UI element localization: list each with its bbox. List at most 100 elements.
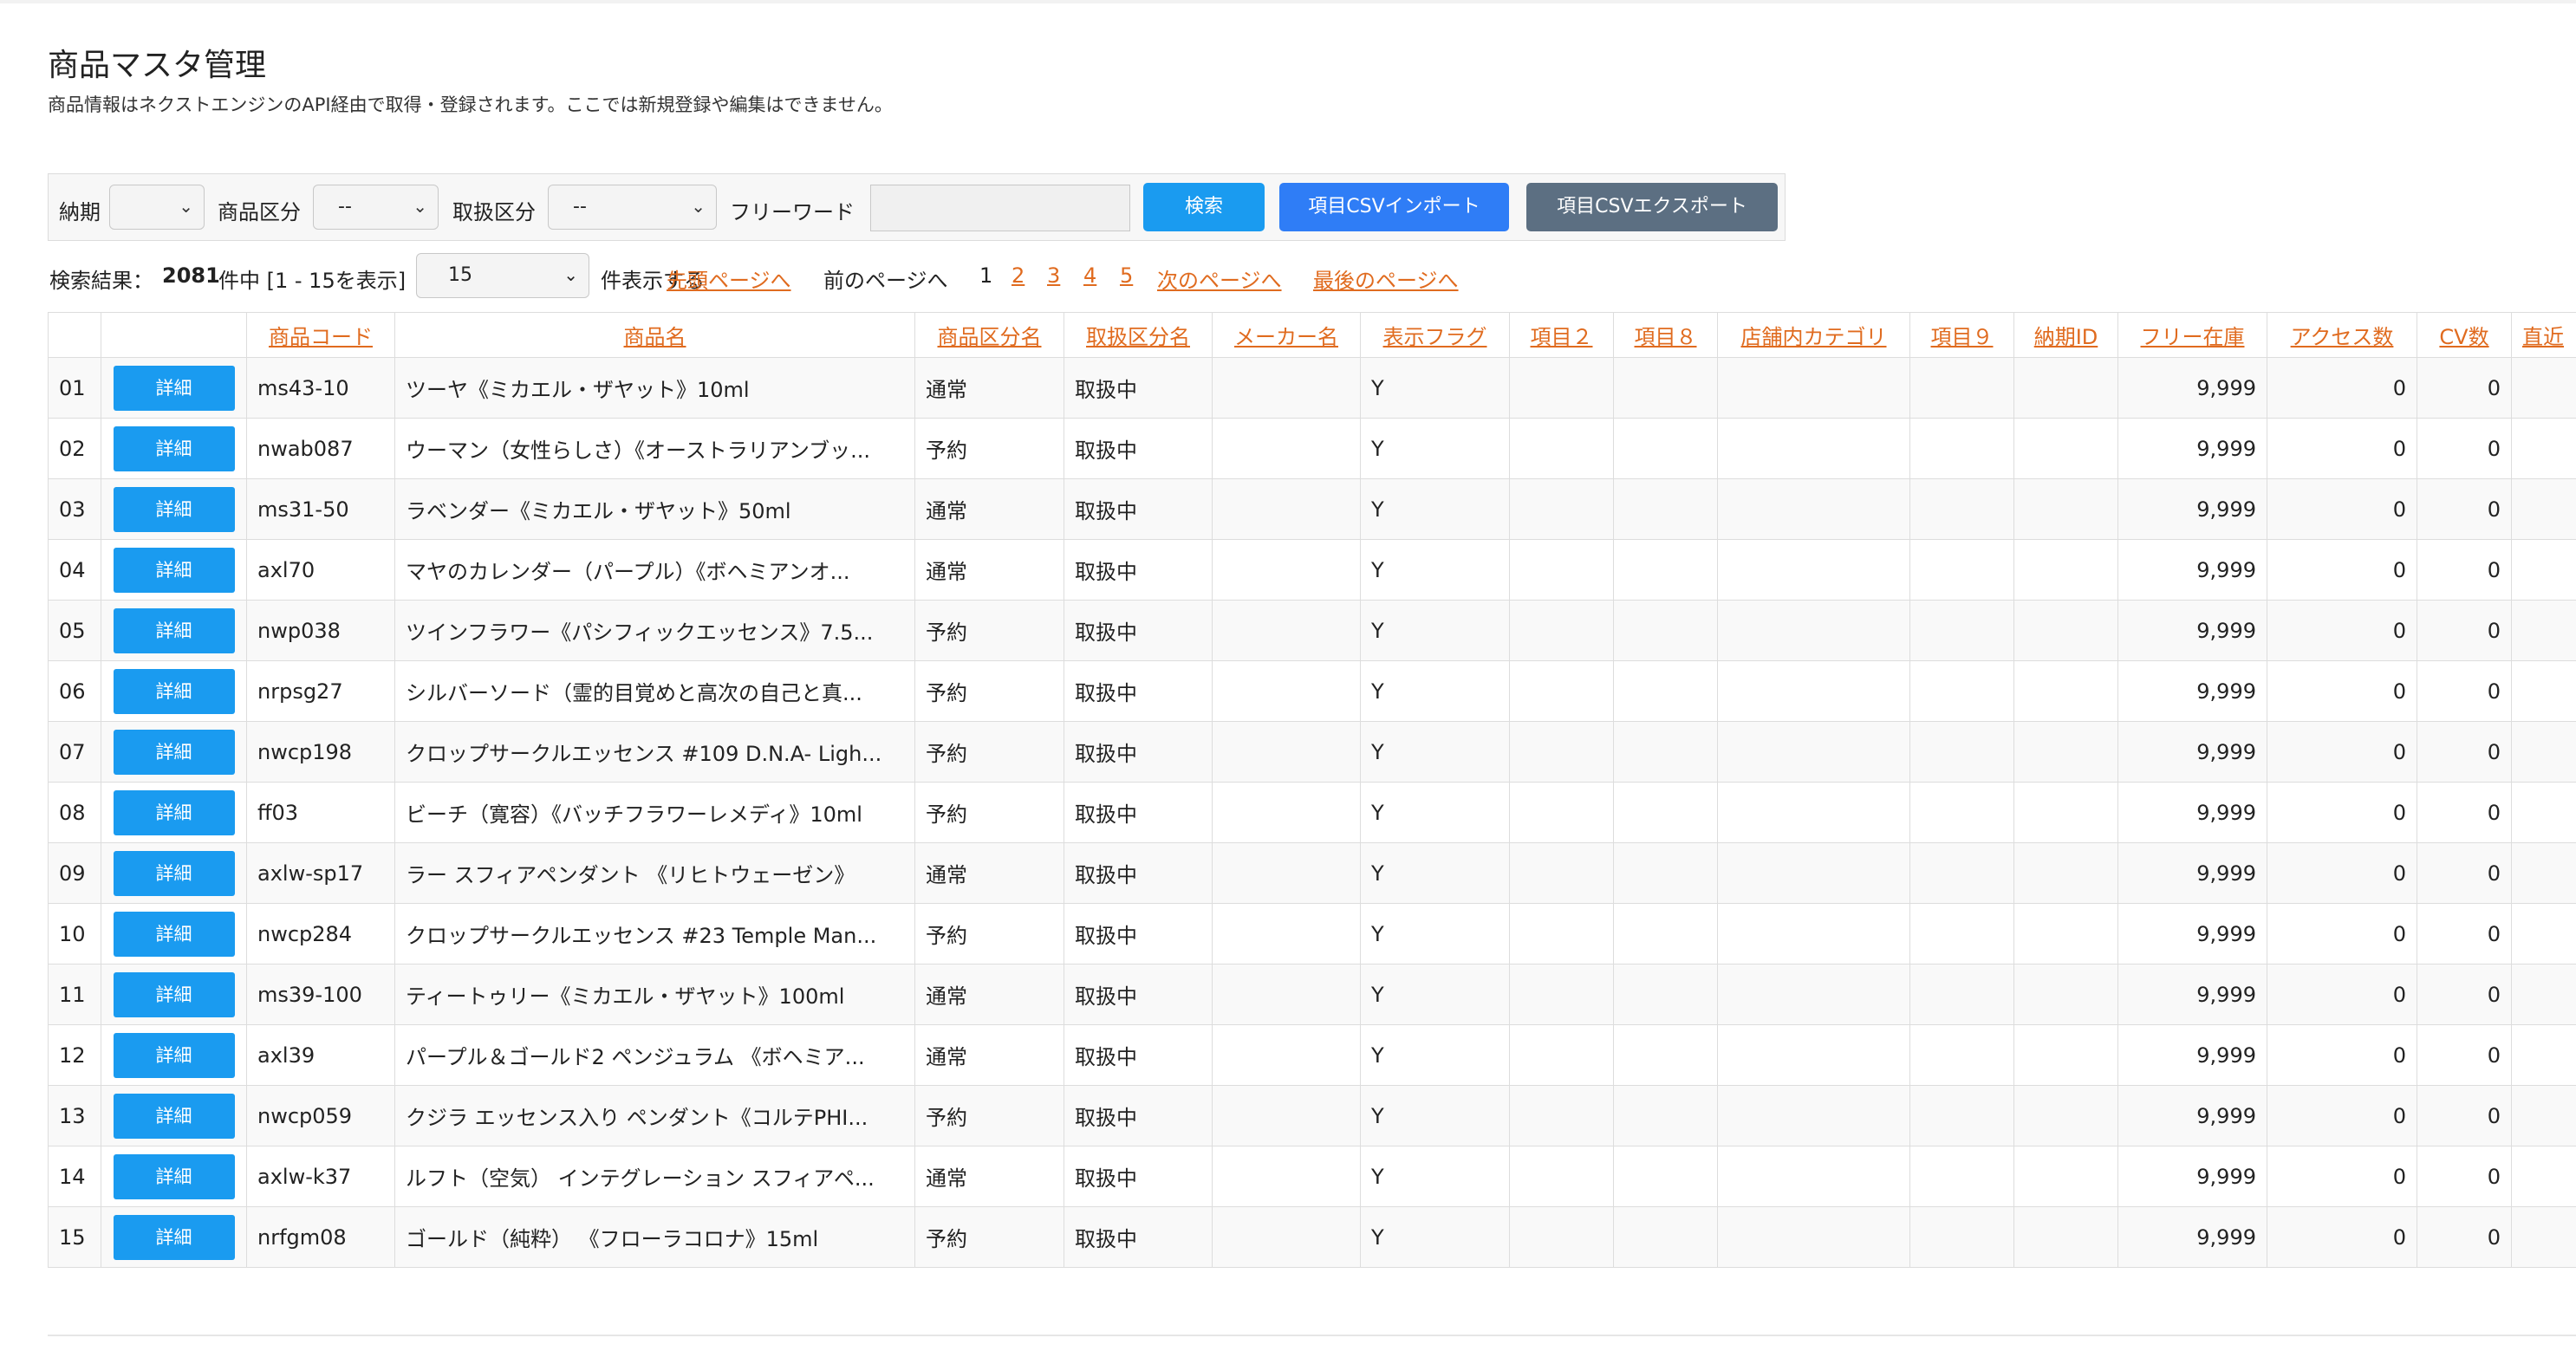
cell-product-code: nwp038: [246, 600, 395, 661]
detail-button[interactable]: 詳細: [113, 607, 235, 653]
cell-detail: 詳細: [101, 1085, 247, 1146]
search-button[interactable]: 検索: [1143, 183, 1265, 231]
handling-select[interactable]: -- ⌄: [548, 185, 717, 230]
cell-item9: [1909, 842, 2014, 904]
cell-access-count: 0: [2267, 600, 2417, 661]
column-header: アクセス数: [2267, 312, 2417, 358]
column-sort-link[interactable]: 項目８: [1635, 325, 1697, 349]
cell-recent: [2511, 539, 2576, 601]
cell-product-name: ティートゥリー《ミカエル・ザヤット》100ml: [394, 964, 915, 1025]
column-sort-link[interactable]: CV数: [2439, 325, 2488, 349]
cell-handling-name: 取扱中: [1064, 600, 1213, 661]
cell-handling-name: 取扱中: [1064, 1146, 1213, 1207]
csv-import-button[interactable]: 項目CSVインポート: [1279, 183, 1509, 231]
cell-detail: 詳細: [101, 1024, 247, 1086]
detail-button[interactable]: 詳細: [113, 668, 235, 714]
table-row: 12 詳細 axl39 パープル＆ゴールド2 ペンジュラム 《ボヘミア... 通常 取扱中…: [48, 1024, 2576, 1086]
column-sort-link[interactable]: 取扱区分名: [1086, 325, 1190, 349]
cell-detail: 詳細: [101, 660, 247, 722]
per-page-select[interactable]: 15 ⌄: [416, 253, 589, 298]
cell-free-stock: 9,999: [2117, 1206, 2267, 1268]
cell-access-count: 0: [2267, 478, 2417, 540]
column-sort-link[interactable]: 商品コード: [269, 325, 373, 349]
detail-button[interactable]: 詳細: [113, 729, 235, 775]
cell-category-name: 予約: [914, 418, 1064, 479]
column-sort-link[interactable]: 納期ID: [2034, 325, 2098, 349]
cell-delivery-id: [2013, 1146, 2118, 1207]
cell-category-name: 通常: [914, 1146, 1064, 1207]
cell-item8: [1613, 600, 1718, 661]
column-sort-link[interactable]: 項目２: [1531, 325, 1593, 349]
cell-category-name: 予約: [914, 782, 1064, 843]
cell-detail: 詳細: [101, 1206, 247, 1268]
detail-button[interactable]: 詳細: [113, 486, 235, 532]
cell-item2: [1509, 903, 1614, 965]
cell-store-category: [1717, 357, 1910, 419]
column-sort-link[interactable]: フリー在庫: [2141, 325, 2245, 349]
detail-button[interactable]: 詳細: [113, 971, 235, 1017]
cell-display-flag: Y: [1360, 1146, 1510, 1207]
cell-cv-count: 0: [2417, 418, 2512, 479]
cell-maker-name: [1212, 1085, 1361, 1146]
cell-product-code: ms31-50: [246, 478, 395, 540]
cell-cv-count: 0: [2417, 721, 2512, 783]
result-range: 件中 [1 - 15を表示]: [218, 269, 407, 293]
cell-detail: 詳細: [101, 478, 247, 540]
header-row-number: [48, 312, 101, 358]
last-page-link[interactable]: 最後のページへ: [1313, 263, 1459, 294]
cell-store-category: [1717, 782, 1910, 843]
cell-maker-name: [1212, 478, 1361, 540]
cell-maker-name: [1212, 600, 1361, 661]
first-page-link[interactable]: 先頭ページへ: [667, 263, 791, 294]
cell-maker-name: [1212, 721, 1361, 783]
next-page-link[interactable]: 次のページへ: [1157, 263, 1282, 294]
page-link-2[interactable]: 2: [1012, 263, 1025, 288]
cell-recent: [2511, 964, 2576, 1025]
per-page-value: 15: [448, 264, 472, 286]
page-link-4[interactable]: 4: [1083, 263, 1096, 288]
cell-store-category: [1717, 478, 1910, 540]
detail-button[interactable]: 詳細: [113, 425, 235, 471]
detail-button[interactable]: 詳細: [113, 365, 235, 411]
page-link-5[interactable]: 5: [1120, 263, 1133, 288]
cell-item8: [1613, 1085, 1718, 1146]
column-sort-link[interactable]: 商品区分名: [938, 325, 1042, 349]
table-header-row: 商品コード 商品名 商品区分名 取扱区分名 メーカー名 表示フラグ 項目２ 項目８ 店舗内カテゴ…: [48, 312, 2576, 358]
handling-select-value: --: [573, 196, 587, 218]
column-sort-link[interactable]: 直近: [2522, 325, 2564, 349]
product-table-wrapper: 商品コード 商品名 商品区分名 取扱区分名 メーカー名 表示フラグ 項目２ 項目８ 店舗内カテゴ…: [48, 312, 2576, 1269]
table-row: 02 詳細 nwab087 ウーマン（女性らしさ）《オーストラリアンブッ... 予約 取扱…: [48, 418, 2576, 479]
cell-access-count: 0: [2267, 842, 2417, 904]
detail-button[interactable]: 詳細: [113, 1032, 235, 1078]
cell-item9: [1909, 903, 2014, 965]
csv-export-button[interactable]: 項目CSVエクスポート: [1526, 183, 1778, 231]
cell-free-stock: 9,999: [2117, 600, 2267, 661]
detail-button[interactable]: 詳細: [113, 1093, 235, 1139]
cell-detail: 詳細: [101, 1146, 247, 1207]
column-sort-link[interactable]: メーカー名: [1234, 325, 1338, 349]
cell-product-code: axl39: [246, 1024, 395, 1086]
detail-button[interactable]: 詳細: [113, 850, 235, 896]
column-sort-link[interactable]: 表示フラグ: [1383, 325, 1487, 349]
detail-button[interactable]: 詳細: [113, 547, 235, 593]
cell-product-code: nrpsg27: [246, 660, 395, 722]
cell-access-count: 0: [2267, 357, 2417, 419]
column-sort-link[interactable]: 項目９: [1931, 325, 1994, 349]
detail-button[interactable]: 詳細: [113, 789, 235, 835]
delivery-select[interactable]: ⌄: [109, 185, 205, 230]
cell-maker-name: [1212, 660, 1361, 722]
freeword-input[interactable]: [870, 185, 1130, 231]
cell-delivery-id: [2013, 782, 2118, 843]
column-sort-link[interactable]: 店舗内カテゴリ: [1741, 325, 1887, 349]
cell-recent: [2511, 660, 2576, 722]
cell-free-stock: 9,999: [2117, 478, 2267, 540]
cell-display-flag: Y: [1360, 478, 1510, 540]
category-select[interactable]: -- ⌄: [313, 185, 439, 230]
column-sort-link[interactable]: 商品名: [624, 325, 686, 349]
detail-button[interactable]: 詳細: [113, 1153, 235, 1199]
page-link-3[interactable]: 3: [1047, 263, 1060, 288]
column-sort-link[interactable]: アクセス数: [2291, 325, 2394, 349]
detail-button[interactable]: 詳細: [113, 1214, 235, 1260]
table-row: 06 詳細 nrpsg27 シルバーソード（霊的目覚めと高次の自己と真... 予約 取扱中…: [48, 660, 2576, 722]
detail-button[interactable]: 詳細: [113, 911, 235, 957]
